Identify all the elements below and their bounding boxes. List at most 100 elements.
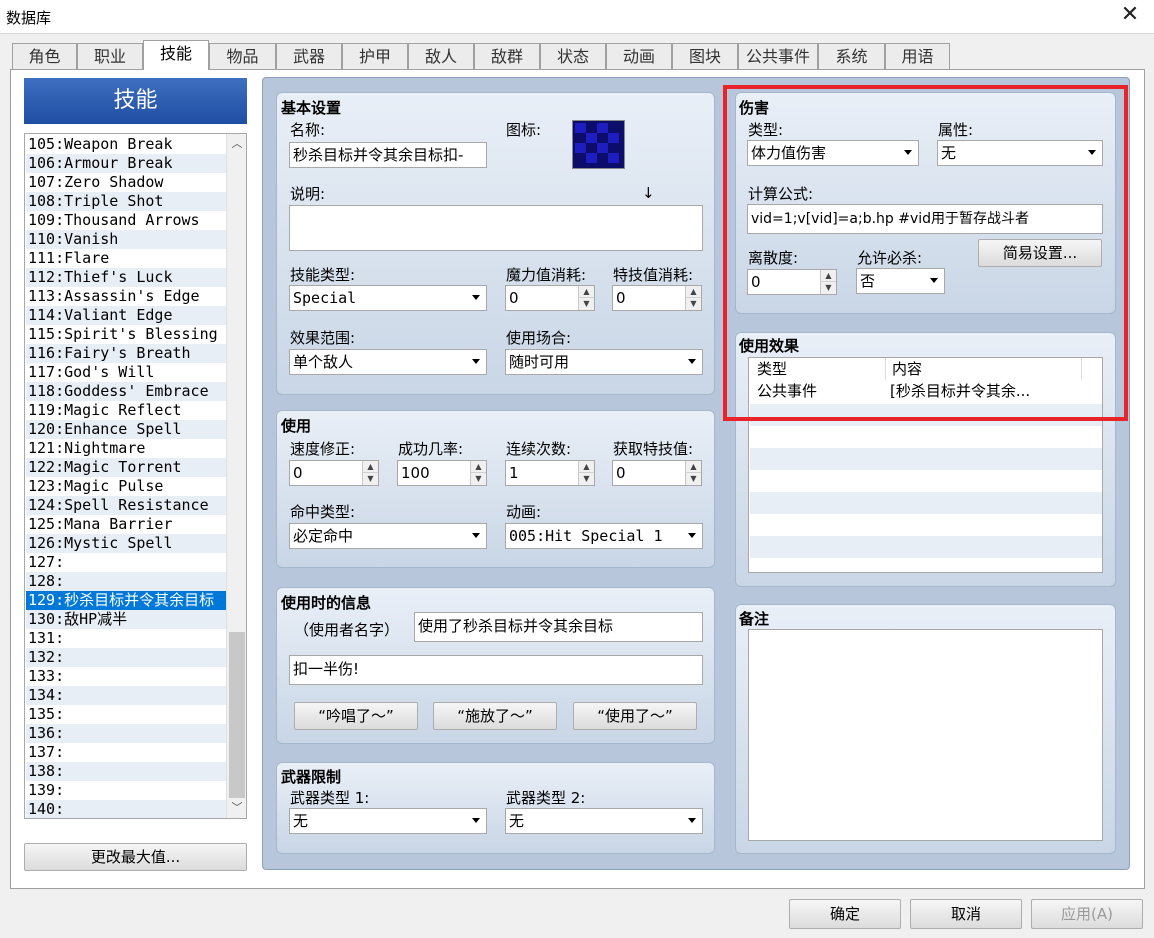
spin-up-icon[interactable]: ▲ [820,270,836,282]
list-item[interactable]: 133: [26,667,227,686]
tab-terms[interactable]: 用语 [885,43,950,69]
tab-actors[interactable]: 角色 [12,43,77,69]
tab-troops[interactable]: 敌群 [474,43,540,69]
use-template-button[interactable]: “使用了～” [573,702,697,730]
list-item[interactable]: 136: [26,724,227,743]
weapon-type1-select[interactable]: 无 [289,808,487,834]
list-item[interactable]: 128: [26,572,227,591]
formula-field[interactable]: vid=1;v[vid]=a;b.hp #vid用于暂存战斗者 [747,204,1103,234]
list-item[interactable]: 113:Assassin's Edge [26,287,227,306]
list-item[interactable]: 139: [26,781,227,800]
notes-field[interactable] [748,629,1103,841]
tp-gain-stepper[interactable]: 0 ▲ ▼ [612,460,702,486]
list-item[interactable]: 124:Spell Resistance [26,496,227,515]
cast-template-button[interactable]: “施放了～” [433,702,557,730]
list-item[interactable]: 129:秒杀目标并令其余目标 [26,591,227,610]
spin-down-icon[interactable]: ▼ [685,298,701,310]
table-row[interactable] [750,536,1102,558]
close-icon[interactable]: ✕ [1118,3,1142,27]
change-max-button[interactable]: 更改最大值... [24,843,247,871]
spin-up-icon[interactable]: ▲ [685,286,701,298]
apply-button[interactable]: 应用(A) [1031,899,1143,929]
tab-system[interactable]: 系统 [818,43,885,69]
speed-stepper[interactable]: 0 ▲ ▼ [289,460,379,486]
element-select[interactable]: 无 [937,140,1103,166]
list-item[interactable]: 134: [26,686,227,705]
skills-list[interactable]: 105:Weapon Break 106:Armour Break 107:Zero… [24,133,247,819]
list-item[interactable]: 119:Magic Reflect [26,401,227,420]
repeat-stepper[interactable]: 1 ▲ ▼ [505,460,595,486]
list-item[interactable]: 118:Goddess' Embrace [26,382,227,401]
message-line1-field[interactable]: 使用了秒杀目标并令其余目标 [414,612,703,642]
table-row[interactable] [750,492,1102,514]
tab-weapons[interactable]: 武器 [276,43,342,69]
list-item[interactable]: 116:Fairy's Breath [26,344,227,363]
scope-select[interactable]: 单个敌人 [289,349,487,375]
list-item[interactable]: 111:Flare [26,249,227,268]
list-item[interactable]: 131: [26,629,227,648]
variance-stepper[interactable]: 0 ▲ ▼ [747,269,837,295]
list-item[interactable]: 108:Triple Shot [26,192,227,211]
table-row[interactable] [750,426,1102,448]
table-row[interactable] [750,404,1102,426]
animation-select[interactable]: 005:Hit Special 1 [505,523,703,549]
tab-items[interactable]: 物品 [209,43,276,69]
list-item[interactable]: 127: [26,553,227,572]
list-item[interactable]: 135: [26,705,227,724]
list-item[interactable]: 125:Mana Barrier [26,515,227,534]
list-item[interactable]: 110:Vanish [26,230,227,249]
skill-icon-picker[interactable] [572,120,625,169]
spin-down-icon[interactable]: ▼ [578,473,594,485]
spin-up-icon[interactable]: ▲ [578,286,594,298]
tab-common-events[interactable]: 公共事件 [738,43,818,69]
list-item[interactable]: 126:Mystic Spell [26,534,227,553]
ok-button[interactable]: 确定 [789,899,901,929]
tab-animations[interactable]: 动画 [606,43,672,69]
occasion-select[interactable]: 随时可用 [505,349,703,375]
list-item[interactable]: 123:Magic Pulse [26,477,227,496]
table-row[interactable] [750,448,1102,470]
chant-template-button[interactable]: “吟唱了～” [294,702,418,730]
spin-down-icon[interactable]: ▼ [820,282,836,294]
list-item[interactable]: 107:Zero Shadow [26,173,227,192]
spin-up-icon[interactable]: ▲ [578,461,594,473]
tab-armors[interactable]: 护甲 [342,43,408,69]
tp-cost-stepper[interactable]: 0 ▲ ▼ [612,285,702,311]
name-field[interactable]: 秒杀目标并令其余目标扣- [289,142,487,168]
list-item[interactable]: 121:Nightmare [26,439,227,458]
tab-enemies[interactable]: 敌人 [408,43,474,69]
spin-up-icon[interactable]: ▲ [470,461,486,473]
description-field[interactable] [289,205,703,251]
table-row[interactable]: 公共事件 [秒杀目标并令其余... [750,380,1102,402]
list-item[interactable]: 105:Weapon Break [26,135,227,154]
tab-tilesets[interactable]: 图块 [672,43,738,69]
spin-down-icon[interactable]: ▼ [578,298,594,310]
damage-type-select[interactable]: 体力值伤害 [747,140,919,166]
spin-up-icon[interactable]: ▲ [685,461,701,473]
spin-down-icon[interactable]: ▼ [685,473,701,485]
tab-classes[interactable]: 职业 [77,43,143,69]
list-item[interactable]: 115:Spirit's Blessing [26,325,227,344]
list-item[interactable]: 120:Enhance Spell [26,420,227,439]
table-row[interactable] [750,514,1102,536]
list-item[interactable]: 140: [26,800,227,818]
effects-table[interactable]: 类型 内容 公共事件 [秒杀目标并令其余... [748,357,1103,573]
list-item[interactable]: 138: [26,762,227,781]
weapon-type2-select[interactable]: 无 [505,808,703,834]
list-item[interactable]: 117:God's Will [26,363,227,382]
spin-up-icon[interactable]: ▲ [362,461,378,473]
mp-cost-stepper[interactable]: 0 ▲ ▼ [505,285,595,311]
easy-setup-button[interactable]: 简易设置... [978,239,1102,267]
scroll-down-icon[interactable]: ﹀ [227,798,247,818]
list-item[interactable]: 114:Valiant Edge [26,306,227,325]
hit-type-select[interactable]: 必定命中 [289,523,487,549]
list-item[interactable]: 106:Armour Break [26,154,227,173]
list-item[interactable]: 109:Thousand Arrows [26,211,227,230]
spin-down-icon[interactable]: ▼ [470,473,486,485]
table-row[interactable] [750,470,1102,492]
scroll-thumb[interactable] [229,632,245,798]
skill-type-select[interactable]: Special [289,285,487,311]
list-item[interactable]: 137: [26,743,227,762]
spin-down-icon[interactable]: ▼ [362,473,378,485]
message-line2-field[interactable]: 扣一半伤! [289,655,703,685]
